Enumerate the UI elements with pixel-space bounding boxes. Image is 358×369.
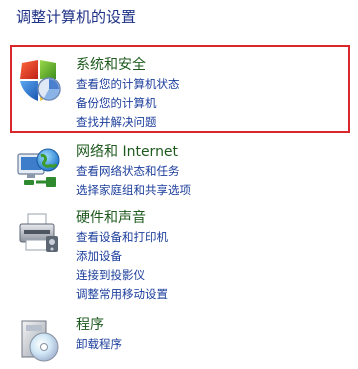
category-text: 系统和安全 查看您的计算机状态 备份您的计算机 查找并解决问题 [76,55,180,132]
category-system-security: 系统和安全 查看您的计算机状态 备份您的计算机 查找并解决问题 [16,55,346,130]
printer-icon [16,210,64,258]
page-title: 调整计算机的设置 [16,8,137,26]
category-text: 程序 卸载程序 [76,315,122,354]
link-add-device[interactable]: 添加设备 [76,247,168,266]
link-view-devices-printers[interactable]: 查看设备和打印机 [76,228,168,247]
link-mobility-settings[interactable]: 调整常用移动设置 [76,285,168,304]
category-programs: 程序 卸载程序 [16,315,346,365]
link-uninstall-program[interactable]: 卸载程序 [76,335,122,354]
category-title-programs[interactable]: 程序 [76,315,122,335]
link-view-computer-status[interactable]: 查看您的计算机状态 [76,75,180,94]
link-connect-projector[interactable]: 连接到投影仪 [76,266,168,285]
network-globe-icon [16,144,64,192]
category-hardware-sound: 硬件和声音 查看设备和打印机 添加设备 连接到投影仪 调整常用移动设置 [16,208,346,303]
category-text: 网络和 Internet 查看网络状态和任务 选择家庭组和共享选项 [76,142,191,200]
link-find-fix-problems[interactable]: 查找并解决问题 [76,113,180,132]
programs-icon [16,317,64,365]
link-backup-computer[interactable]: 备份您的计算机 [76,94,180,113]
category-network-internet: 网络和 Internet 查看网络状态和任务 选择家庭组和共享选项 [16,142,346,197]
link-homegroup-sharing[interactable]: 选择家庭组和共享选项 [76,181,191,200]
link-view-network-status[interactable]: 查看网络状态和任务 [76,162,191,181]
category-title-system-security[interactable]: 系统和安全 [76,55,180,75]
category-text: 硬件和声音 查看设备和打印机 添加设备 连接到投影仪 调整常用移动设置 [76,208,168,304]
category-title-network-internet[interactable]: 网络和 Internet [76,142,191,162]
category-title-hardware-sound[interactable]: 硬件和声音 [76,208,168,228]
shield-icon [16,57,64,105]
